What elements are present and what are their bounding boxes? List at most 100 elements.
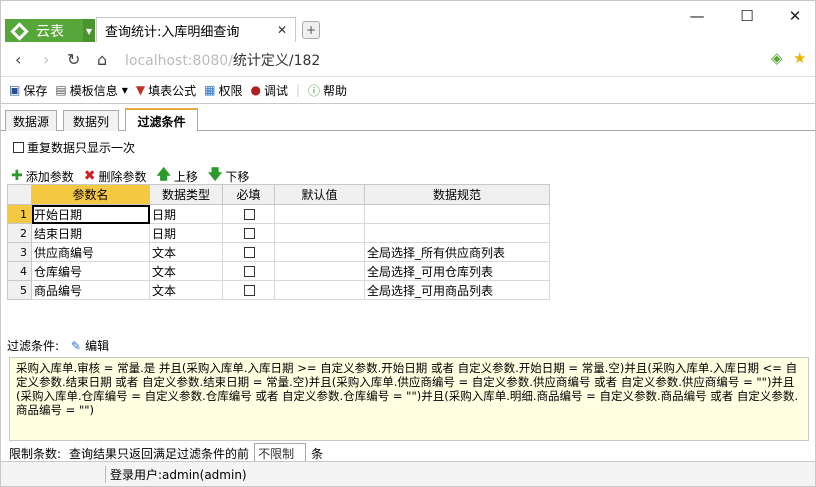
param-name-cell[interactable]: 供应商编号	[31, 242, 150, 262]
default-value-cell[interactable]	[274, 280, 365, 300]
limit-row: 限制条数: 查询结果只返回满足过滤条件的前 条	[9, 443, 809, 463]
default-value-cell[interactable]	[274, 204, 365, 224]
limit-input[interactable]	[254, 443, 307, 463]
browser-tab[interactable]: 查询统计:入库明细查询 ✕	[96, 17, 296, 43]
maximize-icon[interactable]: ☐	[737, 7, 757, 25]
column-header[interactable]: 必填	[222, 184, 275, 205]
default-value-cell[interactable]	[274, 242, 365, 262]
param-name-cell[interactable]: 仓库编号	[31, 261, 150, 281]
save-label: 保存	[23, 83, 48, 98]
delete-param-button[interactable]: ✖ 删除参数	[84, 168, 147, 185]
table-row[interactable]: 5 商品编号 文本 全局选择_可用商品列表	[7, 280, 550, 300]
row-number: 2	[7, 223, 32, 243]
close-tab-icon[interactable]: ✕	[277, 23, 287, 37]
data-type-cell[interactable]: 日期	[149, 204, 223, 224]
required-cell[interactable]	[222, 204, 275, 224]
data-type-cell[interactable]: 文本	[149, 280, 223, 300]
required-checkbox[interactable]	[244, 209, 255, 220]
url-field[interactable]: localhost:8080/统计定义/182	[125, 50, 320, 70]
column-header[interactable]: 数据类型	[149, 184, 223, 205]
browser-titlebar: 云表 ▼ 查询统计:入库明细查询 ✕ + — ☐ ✕	[0, 0, 816, 43]
param-name-cell[interactable]: 开始日期	[31, 204, 150, 224]
default-value-cell[interactable]	[274, 261, 365, 281]
row-number: 4	[7, 261, 32, 281]
plus-icon: ✚	[11, 168, 23, 184]
edit-icon[interactable]: ✎	[71, 339, 81, 353]
data-type-cell[interactable]: 文本	[149, 261, 223, 281]
move-up-label: 上移	[173, 169, 198, 184]
required-cell[interactable]	[222, 261, 275, 281]
move-down-label: 下移	[225, 169, 250, 184]
grid-corner	[7, 184, 32, 205]
permission-icon: ▦	[204, 83, 216, 97]
help-button[interactable]: ⓘ 帮助	[308, 82, 347, 99]
unique-rows-option[interactable]: 重复数据只显示一次	[13, 139, 135, 156]
data-type-cell[interactable]: 日期	[149, 223, 223, 243]
tab-data-source[interactable]: 数据源	[5, 110, 57, 131]
extension-icon[interactable]: ◈	[771, 49, 783, 67]
app-logo-icon	[10, 21, 29, 41]
table-row[interactable]: 1 开始日期 日期	[7, 204, 550, 224]
address-bar: ‹ › ↻ ⌂ localhost:8080/统计定义/182 ◈ ★	[0, 42, 816, 76]
column-header[interactable]: 默认值	[274, 184, 365, 205]
data-spec-cell[interactable]: 全局选择_所有供应商列表	[364, 242, 550, 262]
tab-filter-conditions[interactable]: 过滤条件	[125, 108, 198, 132]
add-param-button[interactable]: ✚ 添加参数	[11, 168, 74, 185]
column-header[interactable]: 数据规范	[364, 184, 550, 205]
toolbar-divider: |	[295, 83, 301, 97]
formula-icon: ▼	[135, 83, 146, 97]
back-icon[interactable]: ‹	[15, 50, 21, 69]
required-cell[interactable]	[222, 223, 275, 243]
tab-data-columns[interactable]: 数据列	[63, 110, 119, 131]
column-header[interactable]: 参数名	[31, 184, 150, 205]
permission-button[interactable]: ▦ 权限	[204, 82, 242, 99]
fill-formula-label: 填表公式	[148, 83, 197, 98]
chevron-down-icon: ▼	[121, 85, 128, 95]
filter-label: 过滤条件:	[7, 339, 60, 353]
app-dropdown-icon[interactable]: ▼	[83, 19, 95, 43]
forward-icon[interactable]: ›	[43, 50, 49, 69]
home-icon[interactable]: ⌂	[97, 50, 107, 69]
help-label: 帮助	[323, 83, 348, 98]
data-type-cell[interactable]: 文本	[149, 242, 223, 262]
default-value-cell[interactable]	[274, 223, 365, 243]
param-name-cell[interactable]: 结束日期	[31, 223, 150, 243]
bookmark-star-icon[interactable]: ★	[793, 49, 806, 67]
table-row[interactable]: 3 供应商编号 文本 全局选择_所有供应商列表	[7, 242, 550, 262]
data-spec-cell[interactable]: 全局选择_可用商品列表	[364, 280, 550, 300]
unique-rows-checkbox[interactable]	[13, 142, 24, 153]
debug-button[interactable]: ● 调试	[250, 82, 288, 99]
reload-icon[interactable]: ↻	[67, 50, 80, 69]
param-grid: 参数名 数据类型 必填 默认值 数据规范 1 开始日期 日期 2 结束日期 日期	[7, 184, 550, 300]
debug-label: 调试	[263, 83, 288, 98]
new-tab-button[interactable]: +	[302, 21, 320, 39]
add-param-label: 添加参数	[25, 169, 74, 184]
required-cell[interactable]	[222, 242, 275, 262]
app-menu-button[interactable]: 云表	[5, 19, 83, 43]
data-spec-cell[interactable]	[364, 204, 550, 224]
save-icon: ▣	[9, 83, 21, 97]
url-host: localhost:8080/	[125, 53, 233, 69]
minimize-icon[interactable]: —	[687, 7, 707, 25]
help-icon: ⓘ	[308, 83, 321, 98]
param-name-cell[interactable]: 商品编号	[31, 280, 150, 300]
fill-formula-button[interactable]: ▼ 填表公式	[136, 82, 196, 99]
save-button[interactable]: ▣ 保存	[9, 82, 47, 99]
required-cell[interactable]	[222, 280, 275, 300]
data-spec-cell[interactable]	[364, 223, 550, 243]
login-user: 登录用户:admin(admin)	[105, 465, 247, 483]
row-number: 3	[7, 242, 32, 262]
required-checkbox[interactable]	[244, 228, 255, 239]
required-checkbox[interactable]	[244, 285, 255, 296]
data-spec-cell[interactable]: 全局选择_可用仓库列表	[364, 261, 550, 281]
browser-tab-title: 查询统计:入库明细查询	[105, 25, 240, 40]
required-checkbox[interactable]	[244, 266, 255, 277]
table-row[interactable]: 2 结束日期 日期	[7, 223, 550, 243]
template-info-button[interactable]: ▤ 模板信息 ▼	[55, 82, 128, 99]
edit-filter-button[interactable]: 编辑	[85, 337, 109, 354]
close-window-icon[interactable]: ✕	[785, 7, 805, 25]
table-row[interactable]: 4 仓库编号 文本 全局选择_可用仓库列表	[7, 261, 550, 281]
filter-expression[interactable]: 采购入库单.审核 = 常量.是 并且(采购入库单.入库日期 >= 自定义参数.开…	[9, 357, 809, 441]
status-bar: 登录用户:admin(admin)	[0, 461, 816, 487]
required-checkbox[interactable]	[244, 247, 255, 258]
